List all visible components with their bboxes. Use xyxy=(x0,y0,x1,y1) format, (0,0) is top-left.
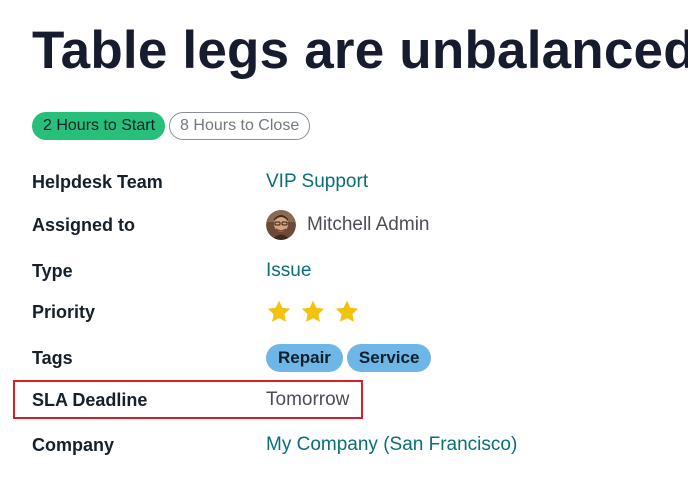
tags-list: Repair Service xyxy=(266,344,432,372)
company-label: Company xyxy=(32,434,115,455)
helpdesk-team-link[interactable]: VIP Support xyxy=(266,171,368,193)
tags-label: Tags xyxy=(32,347,73,368)
sla-badges: 2 Hours to Start 8 Hours to Close xyxy=(32,112,311,140)
tag-repair[interactable]: Repair xyxy=(266,344,343,372)
assigned-to-value[interactable]: Mitchell Admin xyxy=(266,210,430,240)
helpdesk-team-label: Helpdesk Team xyxy=(32,171,163,192)
type-label: Type xyxy=(32,260,73,281)
sla-start-badge[interactable]: 2 Hours to Start xyxy=(32,112,166,140)
tag-service[interactable]: Service xyxy=(346,344,432,372)
ticket-form: Table legs are unbalanced 2 Hours to Sta… xyxy=(0,0,688,479)
assigned-to-name: Mitchell Admin xyxy=(307,214,430,235)
priority-stars xyxy=(266,299,360,325)
page-title: Table legs are unbalanced xyxy=(32,21,688,80)
sla-deadline-highlight xyxy=(13,380,363,419)
company-link[interactable]: My Company (San Francisco) xyxy=(266,434,517,456)
field-type: Type Issue xyxy=(32,256,311,286)
field-tags: Tags Repair Service xyxy=(32,343,432,373)
field-helpdesk-team: Helpdesk Team VIP Support xyxy=(32,167,368,197)
field-assigned-to: Assigned to Mitchell Admin xyxy=(32,210,430,240)
field-priority: Priority xyxy=(32,297,360,327)
star-icon[interactable] xyxy=(334,299,360,325)
avatar xyxy=(266,210,296,240)
sla-close-badge[interactable]: 8 Hours to Close xyxy=(169,112,311,140)
assigned-to-label: Assigned to xyxy=(32,214,136,235)
type-link[interactable]: Issue xyxy=(266,260,311,282)
star-icon[interactable] xyxy=(266,299,292,325)
star-icon[interactable] xyxy=(300,299,326,325)
field-company: Company My Company (San Francisco) xyxy=(32,430,517,460)
priority-label: Priority xyxy=(32,301,96,322)
